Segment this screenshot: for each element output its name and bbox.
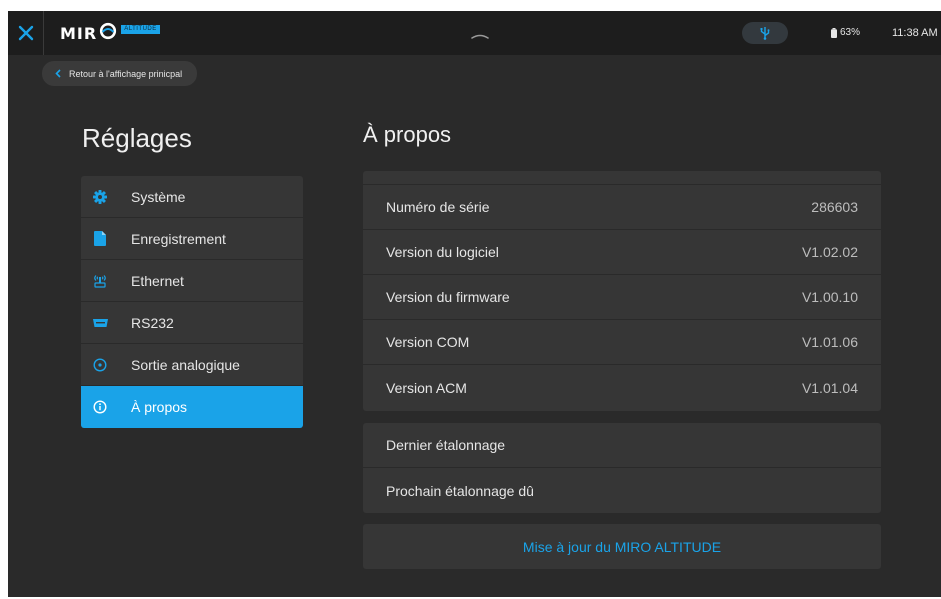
menu-item-label: Ethernet [131,272,184,289]
device-info-panel: Numéro de série 286603 Version du logici… [363,171,881,411]
menu-item-ethernet[interactable]: Ethernet [81,260,303,302]
info-label: Version du logiciel [386,244,499,260]
calibration-next-label: Prochain étalonnage dû [386,482,534,499]
menu-item-label: Sortie analogique [131,356,240,373]
calibration-panel: Dernier étalonnage Prochain étalonnage d… [363,423,881,513]
panel-header-strip [363,171,881,185]
calibration-row-next: Prochain étalonnage dû [363,468,881,513]
battery-icon [831,27,837,38]
close-icon [18,25,33,41]
info-label: Version COM [386,334,470,350]
logo-o-icon [99,22,117,45]
menu-item-label: Système [131,188,186,205]
analog-output-icon [92,357,108,373]
chevron-up-icon [471,34,489,39]
menu-item-label: RS232 [131,314,174,331]
menu-item-a-propos[interactable]: À propos [81,386,303,428]
info-label: Version du firmware [386,289,510,305]
menu-item-enregistrement[interactable]: Enregistrement [81,218,303,260]
info-icon [92,399,108,415]
close-button[interactable] [8,11,44,55]
back-button[interactable]: Retour à l'affichage prinicpal [42,61,197,86]
menu-item-label: Enregistrement [131,230,226,247]
info-row-serial-number: Numéro de série 286603 [363,185,881,230]
menu-item-systeme[interactable]: Système [81,176,303,218]
menu-item-rs232[interactable]: RS232 [81,302,303,344]
info-label: Numéro de série [386,199,490,215]
settings-title: Réglages [82,123,192,153]
info-row-acm-version: Version ACM V1.01.04 [363,365,881,410]
battery-status: 63% [831,27,860,38]
battery-level: 63% [840,27,861,38]
info-value: V1.02.02 [801,244,858,260]
pull-down-handle[interactable] [471,27,489,45]
page-title: À propos [363,122,452,147]
menu-item-sortie-analogique[interactable]: Sortie analogique [81,344,303,386]
miro-logo: MIR ALTITUDE [60,22,160,45]
calibration-row-last: Dernier étalonnage [363,423,881,468]
update-button-label: Mise à jour du MIRO ALTITUDE [522,538,722,555]
usb-status[interactable] [742,22,788,44]
usb-icon [760,27,770,40]
logo-text: MIR [60,23,98,43]
info-value: 286603 [811,199,858,215]
back-button-label: Retour à l'affichage prinicpal [69,68,183,79]
info-value: V1.00.10 [801,289,858,305]
serial-port-icon [92,315,108,331]
info-value: V1.01.04 [801,379,858,396]
file-icon [92,231,108,247]
info-row-com-version: Version COM V1.01.06 [363,320,881,365]
info-label: Version ACM [386,379,467,396]
settings-menu: Système Enregistrement Ethernet RS232 So… [81,176,303,428]
app-window: MIR ALTITUDE 63% 11:38 AM Retour à l'aff… [8,11,941,597]
info-row-software-version: Version du logiciel V1.02.02 [363,230,881,275]
ethernet-icon [92,273,108,289]
logo-badge: ALTITUDE [121,24,160,34]
top-bar: MIR ALTITUDE 63% 11:38 AM [8,11,941,55]
calibration-last-label: Dernier étalonnage [386,437,506,453]
update-device-button[interactable]: Mise à jour du MIRO ALTITUDE [363,524,881,569]
info-row-firmware-version: Version du firmware V1.00.10 [363,275,881,320]
info-value: V1.01.06 [801,334,858,350]
chevron-left-icon [55,69,61,78]
clock: 11:38 AM [892,27,938,39]
gear-icon [92,189,108,205]
menu-item-label: À propos [131,399,188,415]
